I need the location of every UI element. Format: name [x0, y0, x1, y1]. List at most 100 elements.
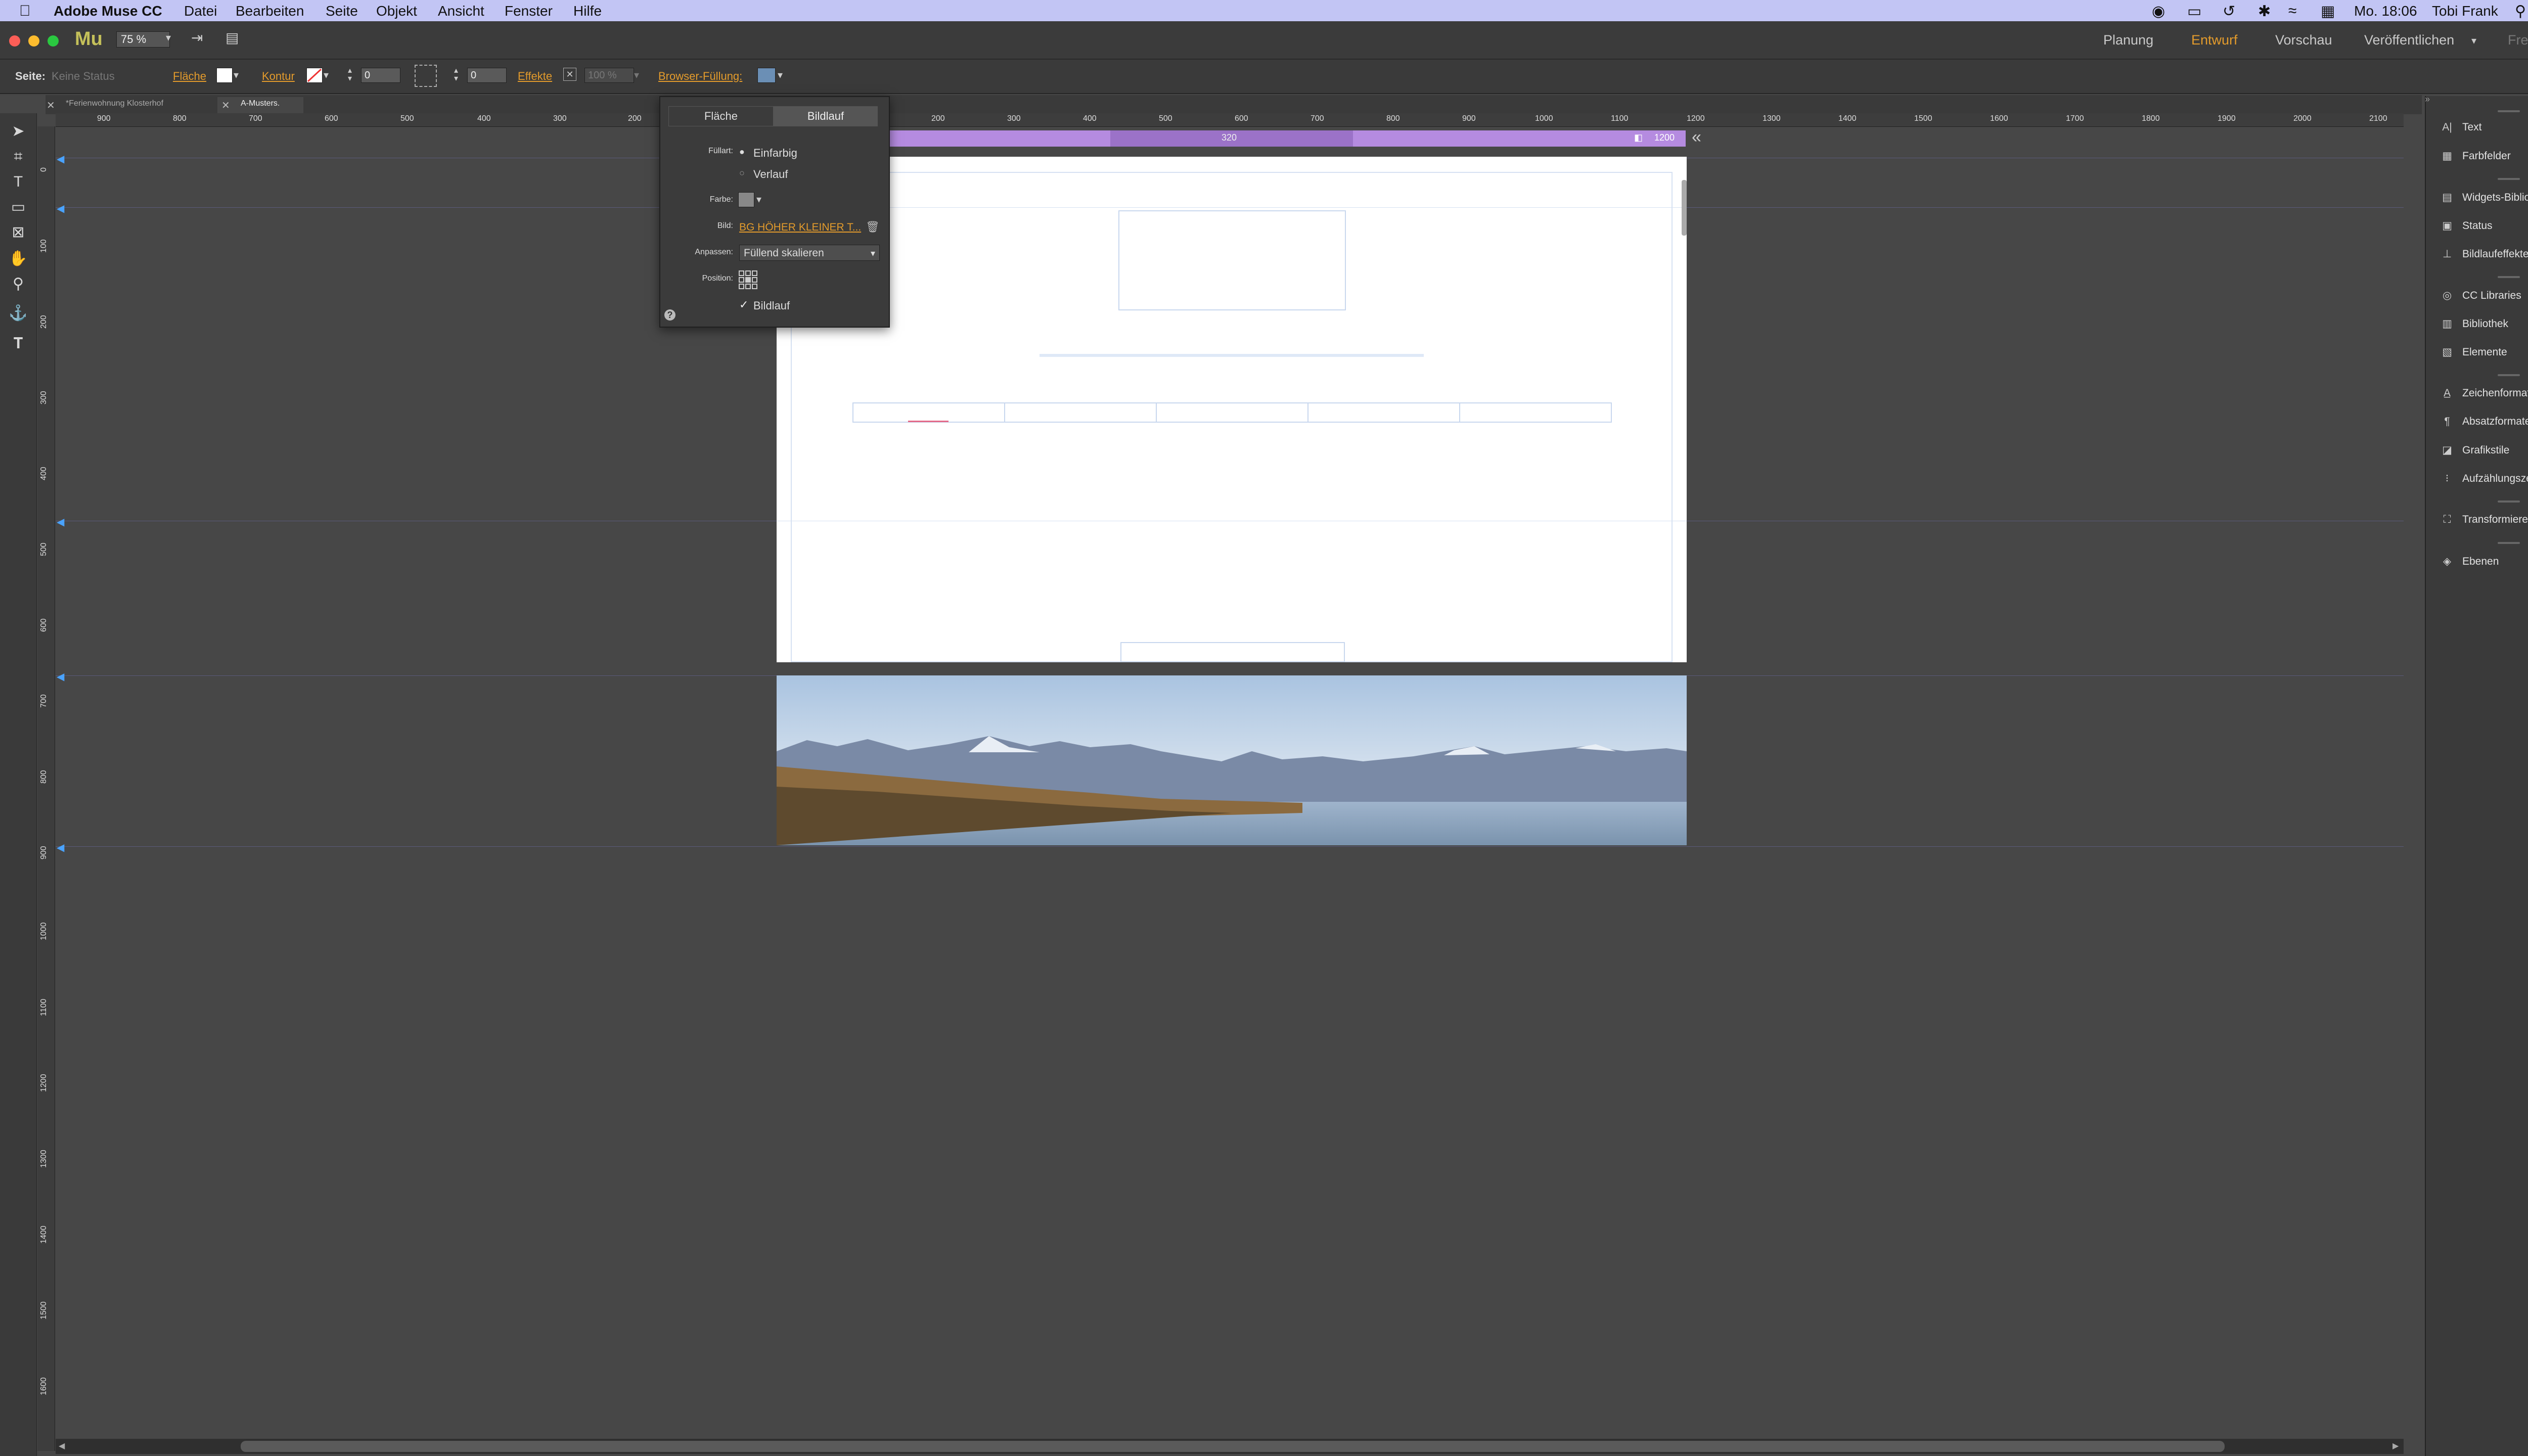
wifi-icon[interactable]: ≈	[2288, 3, 2296, 20]
position-grid-icon[interactable]	[738, 270, 758, 290]
effects-icon[interactable]: ✕	[563, 68, 576, 81]
option-verlauf[interactable]: Verlauf	[753, 168, 788, 181]
stroke-swatch[interactable]	[306, 68, 323, 83]
corner-radius-input[interactable]: 0	[467, 68, 507, 83]
radio-selected-icon[interactable]: ●	[739, 147, 745, 157]
panel-text[interactable]: A| Text	[2438, 121, 2481, 133]
guide-handle-icon[interactable]: ◀	[57, 841, 64, 854]
hand-tool-icon[interactable]: ✋	[8, 249, 28, 269]
tab-a-muster[interactable]: A-Musters.	[223, 98, 287, 115]
chevron-down-icon[interactable]: ▾	[166, 31, 171, 44]
opacity-input[interactable]: 100 %	[584, 68, 634, 83]
scrollbar-thumb[interactable]	[241, 1441, 2225, 1452]
menu-objekt[interactable]: Objekt	[376, 3, 417, 19]
mode-vorschau[interactable]: Vorschau	[2275, 32, 2332, 48]
stroke-width-input[interactable]: 0	[361, 68, 400, 83]
flaeche-label[interactable]: Fläche	[173, 70, 206, 83]
close-window-button[interactable]	[9, 35, 20, 47]
tab-bildlauf[interactable]: Bildlauf	[774, 106, 878, 126]
chevron-down-icon[interactable]: ▾	[778, 69, 783, 81]
effekte-label[interactable]: Effekte	[518, 70, 552, 83]
browser-fill-swatch[interactable]	[757, 68, 776, 83]
page-height-handle[interactable]	[1682, 180, 1687, 236]
nav-item-frame[interactable]	[1307, 402, 1460, 423]
chevron-down-icon[interactable]: ▾	[2471, 34, 2476, 47]
creative-cloud-icon[interactable]: ◉	[2152, 3, 2165, 20]
option-einfarbig[interactable]: Einfarbig	[753, 147, 797, 160]
mode-entwurf[interactable]: Entwurf	[2191, 32, 2238, 48]
panel-bildlaufeffekte[interactable]: ⊥ Bildlaufeffekte	[2438, 248, 2528, 260]
minimize-window-button[interactable]	[28, 35, 39, 47]
zoom-tool-icon[interactable]: ⚲	[8, 274, 28, 294]
bluetooth-icon[interactable]: ✱	[2258, 3, 2271, 20]
stepper-icon[interactable]: ▴ ▾	[454, 67, 458, 83]
time-machine-icon[interactable]: ↺	[2223, 3, 2235, 20]
corner-radius-icon[interactable]	[415, 65, 437, 87]
apple-icon[interactable]: 	[19, 3, 31, 20]
menu-clock[interactable]: Mo. 18:06	[2354, 3, 2417, 19]
panel-ebenen[interactable]: ◈ Ebenen	[2438, 555, 2499, 568]
mode-freigeben[interactable]: Freigeben	[2508, 32, 2528, 48]
panel-zeichenformate[interactable]: A̲Zeichenformate	[2438, 387, 2528, 399]
chevron-down-icon[interactable]: ▾	[324, 69, 329, 81]
zoom-select[interactable]: 75 %	[116, 31, 170, 48]
nav-item-frame[interactable]	[852, 402, 1005, 423]
airplay-icon[interactable]: ▭	[2187, 3, 2201, 20]
bildlauf-checkbox-label[interactable]: Bildlauf	[753, 299, 790, 312]
tab-flaeche[interactable]: Fläche	[668, 106, 774, 126]
panel-status[interactable]: ▣ Status	[2438, 219, 2492, 232]
panel-aufzaehlung[interactable]: ⁝Aufzählungszeiche...	[2438, 472, 2528, 485]
page-state-value[interactable]: Keine Status	[52, 70, 115, 83]
radio-unselected-icon[interactable]: ○	[739, 168, 745, 178]
logo-frame[interactable]	[1118, 210, 1346, 310]
guide-line[interactable]	[56, 846, 2404, 847]
lake-mountains-image[interactable]	[777, 675, 1687, 845]
text-frame-icon[interactable]: 𝐓	[8, 334, 28, 354]
scroll-left-icon[interactable]: ◀	[59, 1441, 65, 1451]
panel-grafikstile[interactable]: ◪ Grafikstile	[2438, 444, 2509, 457]
menu-seite[interactable]: Seite	[326, 3, 358, 19]
spotlight-icon[interactable]: ⚲	[2515, 3, 2526, 20]
fill-swatch[interactable]	[216, 68, 233, 83]
nav-item-frame[interactable]	[1156, 402, 1308, 423]
rectangle-tool-icon[interactable]: ▭	[8, 197, 28, 217]
help-icon[interactable]: ?	[664, 309, 675, 321]
panel-bibliothek[interactable]: ▥ Bibliothek	[2438, 317, 2508, 330]
fitting-select[interactable]: Füllend skalieren ▾	[739, 245, 880, 261]
nav-item-frame[interactable]	[1004, 402, 1157, 423]
panel-elemente[interactable]: ▧ Elemente	[2438, 346, 2507, 358]
panel-absatzformate[interactable]: ¶ Absatzformate	[2438, 416, 2528, 428]
chevron-down-icon[interactable]: ▾	[234, 69, 239, 81]
nav-item-frame[interactable]	[1459, 402, 1612, 423]
image-file-link[interactable]: BG HÖHER KLEINER T...	[739, 221, 861, 234]
menu-datei[interactable]: Datei	[184, 3, 217, 19]
guide-handle-icon[interactable]: ◀	[57, 202, 64, 215]
mode-veroeffentlichen[interactable]: Veröffentlichen	[2364, 32, 2454, 48]
guide-handle-icon[interactable]: ◀	[57, 516, 64, 528]
panel-transformieren[interactable]: ⛶ Transformieren	[2438, 514, 2528, 526]
trash-icon[interactable]: 🗑	[866, 220, 880, 234]
guide-handle-icon[interactable]: ◀	[57, 670, 64, 683]
preview-in-browser-icon[interactable]: ⇥	[191, 29, 203, 46]
checkbox-checked-icon[interactable]: ✓	[739, 298, 748, 311]
breakpoint-marker[interactable]: ◧	[1634, 132, 1643, 143]
panel-farbfelder[interactable]: ▦ Farbfelder	[2438, 150, 2511, 162]
collapse-breakpoints-icon[interactable]: «	[1692, 127, 1701, 147]
zoom-window-button[interactable]	[48, 35, 59, 47]
tab-ferienwohnung[interactable]: *Ferienwohnung Klosterhof	[49, 98, 170, 115]
menu-user[interactable]: Tobi Frank	[2432, 3, 2498, 19]
scroll-right-icon[interactable]: ▶	[2392, 1441, 2399, 1451]
selection-tool-icon[interactable]: ➤	[8, 121, 28, 142]
chevron-down-icon[interactable]: ▾	[756, 193, 761, 206]
anchor-tool-icon[interactable]: ⚓	[8, 303, 28, 324]
menu-ansicht[interactable]: Ansicht	[438, 3, 484, 19]
mode-planung[interactable]: Planung	[2103, 32, 2153, 48]
text-tool-icon[interactable]: T	[8, 172, 28, 192]
browser-fill-label[interactable]: Browser-Füllung:	[658, 70, 742, 83]
divider-line[interactable]	[1040, 354, 1424, 357]
panel-widgets[interactable]: ▤Widgets-Bibliothek	[2438, 191, 2528, 204]
footer-frame[interactable]	[1120, 642, 1345, 662]
menu-bearbeiten[interactable]: Bearbeiten	[236, 3, 304, 19]
kontur-label[interactable]: Kontur	[262, 70, 295, 83]
view-options-icon[interactable]: ▤	[225, 29, 239, 46]
